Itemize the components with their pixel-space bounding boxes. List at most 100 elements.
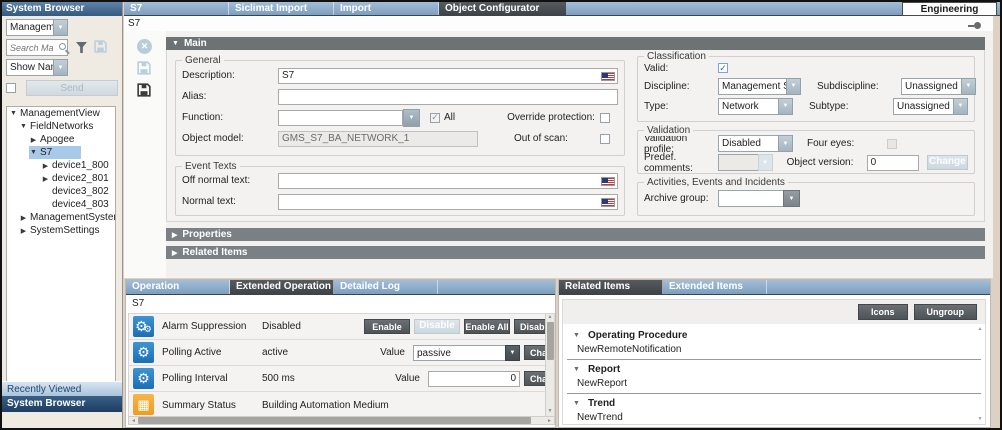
collapsed-arrow-icon[interactable]: ▶: [19, 227, 28, 235]
us-flag-icon[interactable]: [601, 72, 615, 81]
discard-icon[interactable]: ✕: [137, 39, 152, 54]
us-flag-icon[interactable]: [601, 198, 615, 207]
expanded-arrow-icon[interactable]: ▼: [573, 366, 580, 373]
tree-item-systemsettings[interactable]: ▶ SystemSettings: [7, 224, 115, 237]
chevron-down-icon[interactable]: ▼: [778, 98, 793, 115]
tree-item-device4[interactable]: device4_803: [7, 198, 115, 211]
chevron-down-icon[interactable]: ▼: [505, 345, 520, 361]
scrollbar-thumb[interactable]: [547, 322, 554, 360]
engineering-mode-button[interactable]: Engineering: [902, 2, 997, 16]
send-checkbox[interactable]: [6, 83, 16, 93]
chevron-down-icon: ▼: [758, 154, 773, 171]
polling-active-dropdown[interactable]: passive ▼: [413, 345, 520, 361]
alias-input[interactable]: [278, 89, 618, 105]
tree-item-managementsystem[interactable]: ▶ ManagementSystem: [7, 211, 115, 224]
tab-related-items[interactable]: Related Items: [559, 280, 663, 294]
tree-item-device3[interactable]: device3_802: [7, 185, 115, 198]
recently-viewed-bar[interactable]: Recently Viewed: [2, 381, 122, 396]
subtype-label: Subtype:: [809, 101, 893, 112]
group-trend[interactable]: ▼ Trend: [563, 396, 985, 411]
expanded-arrow-icon[interactable]: ▼: [9, 110, 18, 117]
chevron-down-icon[interactable]: ▼: [53, 59, 68, 76]
save-search-icon[interactable]: [94, 40, 107, 56]
subdiscipline-dropdown[interactable]: Unassigned ▼: [901, 78, 976, 95]
tab-detailed-log[interactable]: Detailed Log: [334, 280, 438, 294]
main-section-header[interactable]: ▼ Main: [166, 37, 985, 50]
filter-icon[interactable]: [76, 42, 87, 53]
off-normal-input[interactable]: [278, 173, 618, 189]
save-as-icon[interactable]: [137, 83, 151, 100]
tab-import[interactable]: Import: [334, 2, 439, 15]
tab-s7[interactable]: S7: [124, 2, 229, 15]
system-browser-bar[interactable]: System Browser: [2, 396, 122, 412]
send-button[interactable]: Send: [26, 80, 118, 96]
chevron-down-icon[interactable]: ▼: [783, 190, 800, 207]
normal-input[interactable]: [278, 194, 618, 210]
override-protection-checkbox[interactable]: [600, 113, 610, 123]
tab-object-configurator[interactable]: Object Configurator: [439, 2, 566, 15]
all-checkbox[interactable]: ✓: [430, 113, 440, 123]
group-operating-procedure[interactable]: ▼ Operating Procedure: [563, 328, 985, 343]
expanded-arrow-icon[interactable]: ▼: [573, 332, 580, 339]
subtype-dropdown[interactable]: Unassigned ▼: [893, 98, 968, 115]
chevron-down-icon[interactable]: ▼: [778, 135, 793, 152]
chevron-down-icon[interactable]: ▼: [953, 98, 968, 115]
chevron-down-icon[interactable]: ▼: [53, 19, 68, 36]
polling-interval-input[interactable]: [428, 371, 520, 387]
collapsed-arrow-icon[interactable]: ▶: [41, 162, 50, 170]
tree-item-s7-selected[interactable]: ▼ S7: [29, 146, 81, 159]
alias-row: Alias:: [176, 86, 624, 107]
enable-button[interactable]: Enable: [364, 319, 410, 334]
related-item-newreport[interactable]: NewReport: [563, 377, 985, 391]
view-selector[interactable]: Management V ▼: [6, 19, 68, 36]
tab-operation[interactable]: Operation: [126, 280, 230, 294]
expanded-arrow-icon[interactable]: ▼: [29, 149, 38, 156]
related-item-newtrend[interactable]: NewTrend: [563, 411, 985, 425]
discipline-dropdown[interactable]: Management Sys ▼: [718, 78, 801, 95]
valid-checkbox[interactable]: ✓: [718, 63, 728, 73]
object-version-input[interactable]: [867, 155, 919, 171]
scrollbar-thumb[interactable]: [138, 417, 531, 424]
tree-item-fieldnetworks[interactable]: ▼ FieldNetworks: [7, 120, 115, 133]
description-input[interactable]: [278, 68, 618, 84]
enable-all-button[interactable]: Enable All: [464, 319, 510, 334]
chevron-down-icon[interactable]: ▼: [961, 78, 976, 95]
display-mode-selector[interactable]: Show Name ▼: [6, 59, 68, 76]
tree-item-device1[interactable]: ▶ device1_800: [7, 159, 115, 172]
tree-item-managementview[interactable]: ▼ ManagementView: [7, 107, 115, 120]
validation-profile-dropdown[interactable]: Disabled ▼: [718, 135, 793, 152]
function-input[interactable]: [278, 110, 403, 126]
ungroup-button[interactable]: Ungroup: [914, 304, 978, 320]
chevron-down-icon[interactable]: ▼: [786, 78, 801, 95]
icons-button[interactable]: Icons: [858, 304, 908, 320]
operation-vertical-scrollbar[interactable]: ▲ ▼: [545, 314, 554, 416]
tab-extended-items[interactable]: Extended Items: [663, 280, 767, 294]
search-icon: [59, 43, 66, 50]
pin-icon[interactable]: [974, 22, 981, 29]
tab-siclimat-import[interactable]: Siclimat Import: [229, 2, 334, 15]
collapsed-arrow-icon[interactable]: ▶: [19, 214, 28, 222]
tree-item-apogee[interactable]: ▶ Apogee: [7, 133, 115, 146]
gear-icon: ⚙: [133, 368, 154, 389]
collapsed-arrow-icon[interactable]: ▶: [41, 175, 50, 183]
us-flag-icon[interactable]: [601, 177, 615, 186]
tab-extended-operation[interactable]: Extended Operation: [230, 280, 334, 294]
out-of-scan-checkbox[interactable]: [600, 134, 610, 144]
polling-active-row: ⚙ Polling Active active Value passive ▼ …: [129, 340, 554, 366]
related-items-scrollbar[interactable]: ▲ ▼: [976, 326, 984, 422]
off-normal-row: Off normal text:: [176, 170, 624, 191]
operation-horizontal-scrollbar[interactable]: ◄ ►: [128, 416, 555, 425]
properties-section-header[interactable]: ▶ Properties: [166, 228, 985, 241]
general-title: General: [182, 55, 224, 66]
group-report[interactable]: ▼ Report: [563, 362, 985, 377]
related-item-newremotenotification[interactable]: NewRemoteNotification: [563, 343, 985, 357]
related-items-section-header[interactable]: ▶ Related Items: [166, 246, 985, 259]
expanded-arrow-icon[interactable]: ▼: [573, 400, 580, 407]
classification-groupbox: Classification Valid: ✓ Discipline: Mana…: [637, 56, 975, 122]
tree-item-device2[interactable]: ▶ device2_801: [7, 172, 115, 185]
type-dropdown[interactable]: Network ▼: [718, 98, 793, 115]
archive-group-dropdown[interactable]: ▼: [718, 190, 800, 207]
expanded-arrow-icon[interactable]: ▼: [19, 123, 28, 130]
collapsed-arrow-icon[interactable]: ▶: [29, 136, 38, 144]
function-dropdown-icon[interactable]: ▼: [403, 109, 420, 127]
